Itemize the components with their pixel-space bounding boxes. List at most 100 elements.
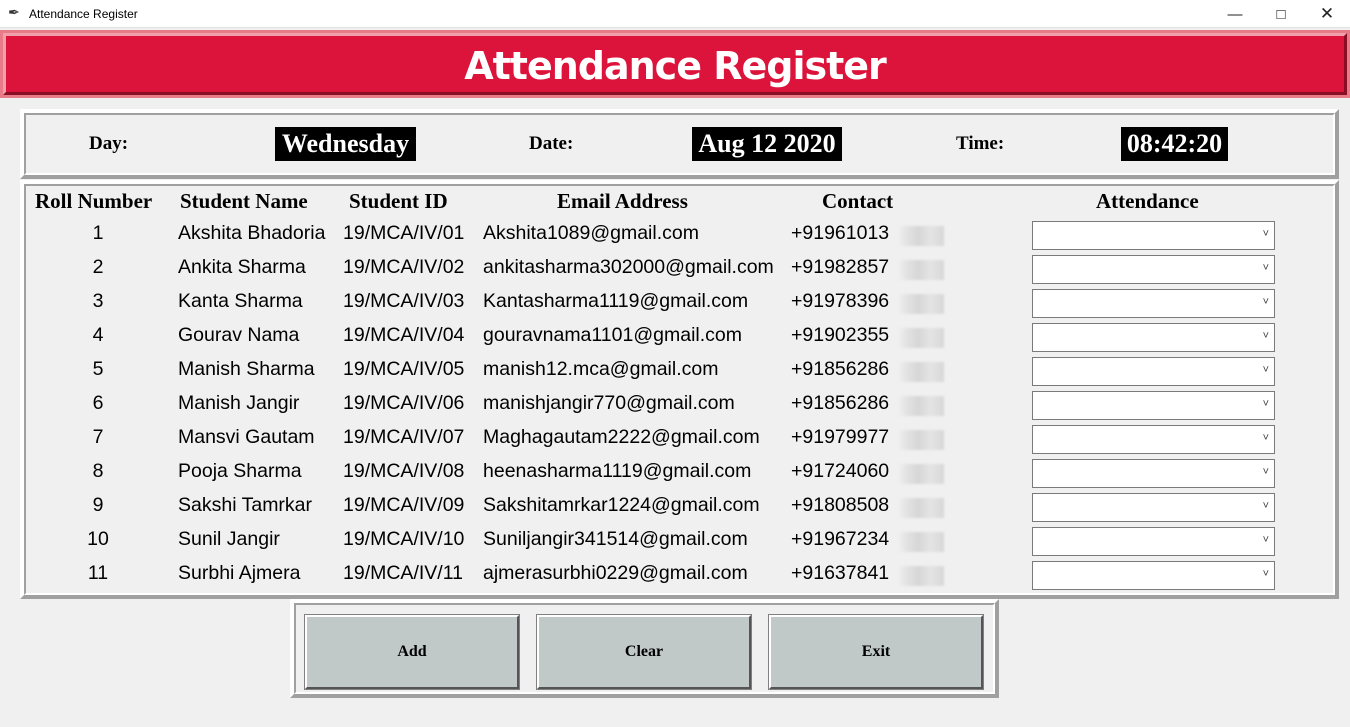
maximize-icon[interactable]: □ xyxy=(1258,0,1304,28)
chevron-down-icon[interactable]: ˅ xyxy=(1263,262,1269,274)
student-name: Sakshi Tamrkar xyxy=(178,494,313,516)
chevron-down-icon[interactable]: ˅ xyxy=(1263,228,1269,240)
contact-number: +91637841 xyxy=(791,562,890,584)
student-id: 19/MCA/IV/02 xyxy=(343,256,465,278)
student-name: Mansvi Gautam xyxy=(178,426,315,448)
email-address: ankitasharma302000@gmail.com xyxy=(483,256,774,278)
email-address: ajmerasurbhi0229@gmail.com xyxy=(483,562,748,584)
day-value: Wednesday xyxy=(275,127,416,161)
contact-number: +91961013 xyxy=(791,222,890,244)
student-id: 19/MCA/IV/07 xyxy=(343,426,465,448)
email-address: manish12.mca@gmail.com xyxy=(483,358,719,380)
email-address: Kantasharma1119@gmail.com xyxy=(483,290,749,312)
attendance-combobox[interactable]: ˅ xyxy=(1032,323,1275,352)
student-id: 19/MCA/IV/06 xyxy=(343,392,465,414)
attendance-combobox[interactable]: ˅ xyxy=(1032,221,1275,250)
email-address: Akshita1089@gmail.com xyxy=(483,222,699,244)
table-row: 4 Gourav Nama 19/MCA/IV/04 gouravnama1101@g… xyxy=(0,320,1350,354)
chevron-down-icon[interactable]: ˅ xyxy=(1263,534,1269,546)
clear-button[interactable]: Clear xyxy=(536,614,752,690)
table-row: 7 Mansvi Gautam 19/MCA/IV/07 Maghagautam222… xyxy=(0,422,1350,456)
chevron-down-icon[interactable]: ˅ xyxy=(1263,466,1269,478)
roll-number: 5 xyxy=(92,358,104,380)
redacted-contact-digits xyxy=(898,566,944,586)
student-id: 19/MCA/IV/03 xyxy=(343,290,465,312)
attendance-combobox[interactable]: ˅ xyxy=(1032,493,1275,522)
table-row: 2 Ankita Sharma 19/MCA/IV/02 ankitasharma30… xyxy=(0,252,1350,286)
column-header-name: Student Name xyxy=(180,189,308,213)
chevron-down-icon[interactable]: ˅ xyxy=(1263,500,1269,512)
attendance-combobox[interactable]: ˅ xyxy=(1032,561,1275,590)
roll-number: 10 xyxy=(87,528,109,550)
student-name: Surbhi Ajmera xyxy=(178,562,301,584)
attendance-combobox[interactable]: ˅ xyxy=(1032,459,1275,488)
redacted-contact-digits xyxy=(898,328,944,348)
student-name: Sunil Jangir xyxy=(178,528,280,550)
email-address: Maghagautam2222@gmail.com xyxy=(483,426,760,448)
roll-number: 4 xyxy=(92,324,104,346)
chevron-down-icon[interactable]: ˅ xyxy=(1263,432,1269,444)
contact-number: +91967234 xyxy=(791,528,890,550)
student-name: Ankita Sharma xyxy=(178,256,306,278)
chevron-down-icon[interactable]: ˅ xyxy=(1263,398,1269,410)
contact-number: +91979977 xyxy=(791,426,890,448)
roll-number: 9 xyxy=(92,494,104,516)
email-address: Suniljangir341514@gmail.com xyxy=(483,528,748,550)
page-title: Attendance Register xyxy=(464,44,887,88)
attendance-combobox[interactable]: ˅ xyxy=(1032,255,1275,284)
redacted-contact-digits xyxy=(898,294,944,314)
contact-number: +91982857 xyxy=(791,256,890,278)
chevron-down-icon[interactable]: ˅ xyxy=(1263,330,1269,342)
feather-icon: ✒ xyxy=(8,4,20,20)
header-banner: Attendance Register xyxy=(3,33,1347,95)
day-label: Day: xyxy=(89,133,129,154)
contact-number: +91856286 xyxy=(791,358,890,380)
attendance-combobox[interactable]: ˅ xyxy=(1032,425,1275,454)
contact-number: +91808508 xyxy=(791,494,890,516)
student-name: Gourav Nama xyxy=(178,324,300,346)
close-icon[interactable]: ✕ xyxy=(1304,0,1350,28)
email-address: Sakshitamrkar1224@gmail.com xyxy=(483,494,760,516)
roll-number: 11 xyxy=(87,562,109,584)
roll-number: 2 xyxy=(92,256,104,278)
table-row: 8 Pooja Sharma 19/MCA/IV/08 heenasharma1119… xyxy=(0,456,1350,490)
student-id: 19/MCA/IV/11 xyxy=(343,562,463,584)
add-button[interactable]: Add xyxy=(304,614,520,690)
redacted-contact-digits xyxy=(898,226,944,246)
email-address: heenasharma1119@gmail.com xyxy=(483,460,752,482)
attendance-combobox[interactable]: ˅ xyxy=(1032,527,1275,556)
column-header-id: Student ID xyxy=(349,189,448,213)
table-row: 1 Akshita Bhadoria 19/MCA/IV/01 Akshita1089… xyxy=(0,218,1350,252)
table-row: 9 Sakshi Tamrkar 19/MCA/IV/09 Sakshitamrkar… xyxy=(0,490,1350,524)
redacted-contact-digits xyxy=(898,498,944,518)
minimize-icon[interactable]: — xyxy=(1212,0,1258,28)
student-name: Akshita Bhadoria xyxy=(178,222,326,244)
student-id: 19/MCA/IV/05 xyxy=(343,358,465,380)
attendance-combobox[interactable]: ˅ xyxy=(1032,289,1275,318)
table-row: 3 Kanta Sharma 19/MCA/IV/03 Kantasharma1119… xyxy=(0,286,1350,320)
attendance-combobox[interactable]: ˅ xyxy=(1032,357,1275,386)
exit-button[interactable]: Exit xyxy=(768,614,984,690)
redacted-contact-digits xyxy=(898,260,944,280)
chevron-down-icon[interactable]: ˅ xyxy=(1263,296,1269,308)
column-header-attendance: Attendance xyxy=(1096,189,1199,213)
roll-number: 8 xyxy=(92,460,104,482)
contact-number: +91724060 xyxy=(791,460,890,482)
redacted-contact-digits xyxy=(898,430,944,450)
date-value: Aug 12 2020 xyxy=(692,127,842,161)
student-id: 19/MCA/IV/01 xyxy=(343,222,465,244)
table-row: 10 Sunil Jangir 19/MCA/IV/10 Suniljangir341… xyxy=(0,524,1350,558)
redacted-contact-digits xyxy=(898,532,944,552)
chevron-down-icon[interactable]: ˅ xyxy=(1263,364,1269,376)
student-name: Manish Sharma xyxy=(178,358,315,380)
student-name: Pooja Sharma xyxy=(178,460,302,482)
column-header-email: Email Address xyxy=(557,189,688,213)
attendance-combobox[interactable]: ˅ xyxy=(1032,391,1275,420)
redacted-contact-digits xyxy=(898,464,944,484)
email-address: manishjangir770@gmail.com xyxy=(483,392,735,414)
window-title: Attendance Register xyxy=(29,7,138,21)
student-id: 19/MCA/IV/10 xyxy=(343,528,465,550)
roll-number: 7 xyxy=(92,426,104,448)
chevron-down-icon[interactable]: ˅ xyxy=(1263,568,1269,580)
roll-number: 6 xyxy=(92,392,104,414)
